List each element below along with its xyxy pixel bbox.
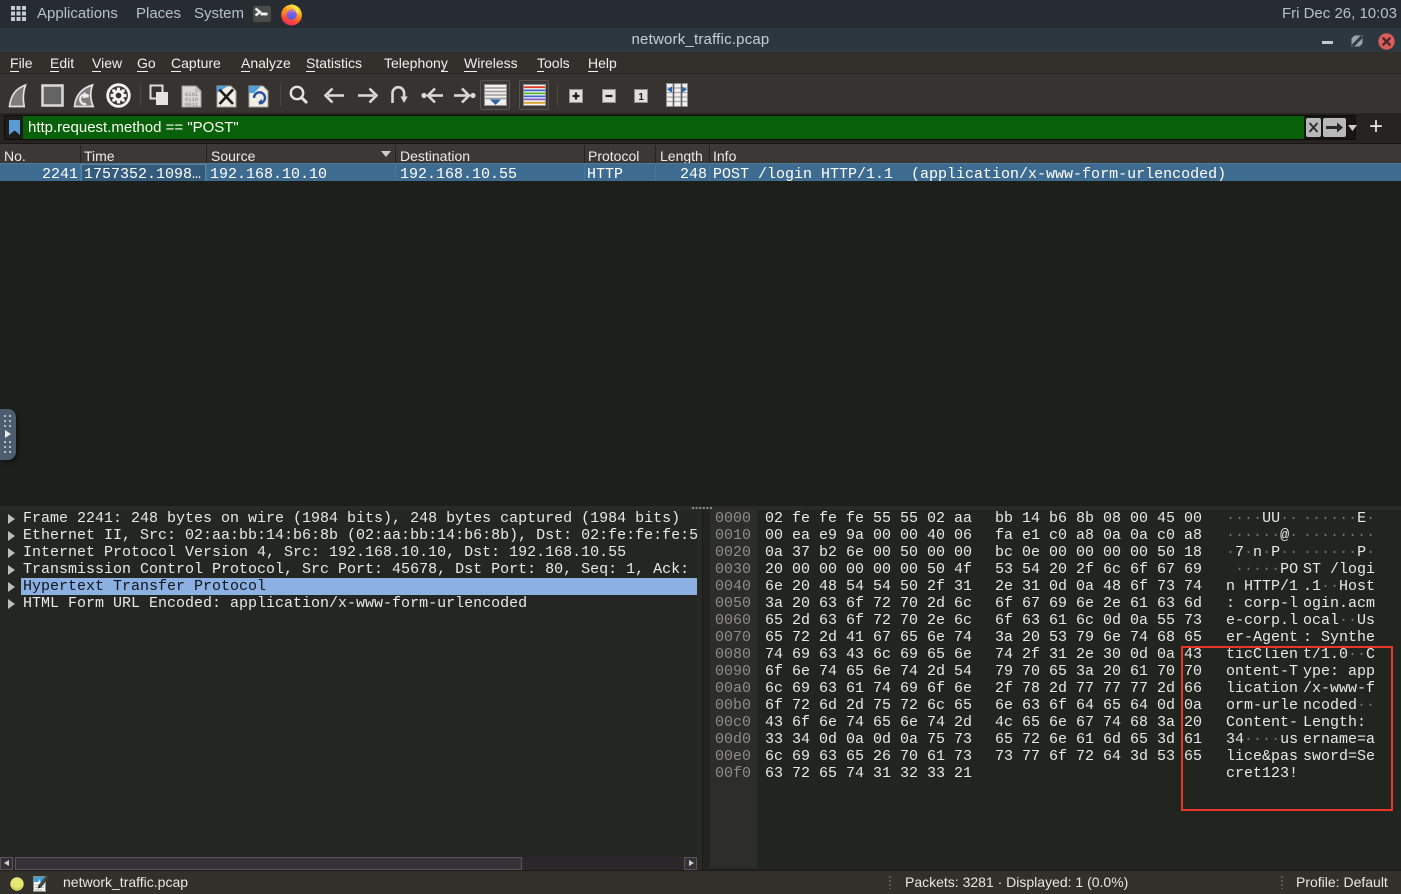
svg-text:1: 1 (638, 92, 644, 103)
svg-text:0011: 0011 (185, 101, 199, 108)
